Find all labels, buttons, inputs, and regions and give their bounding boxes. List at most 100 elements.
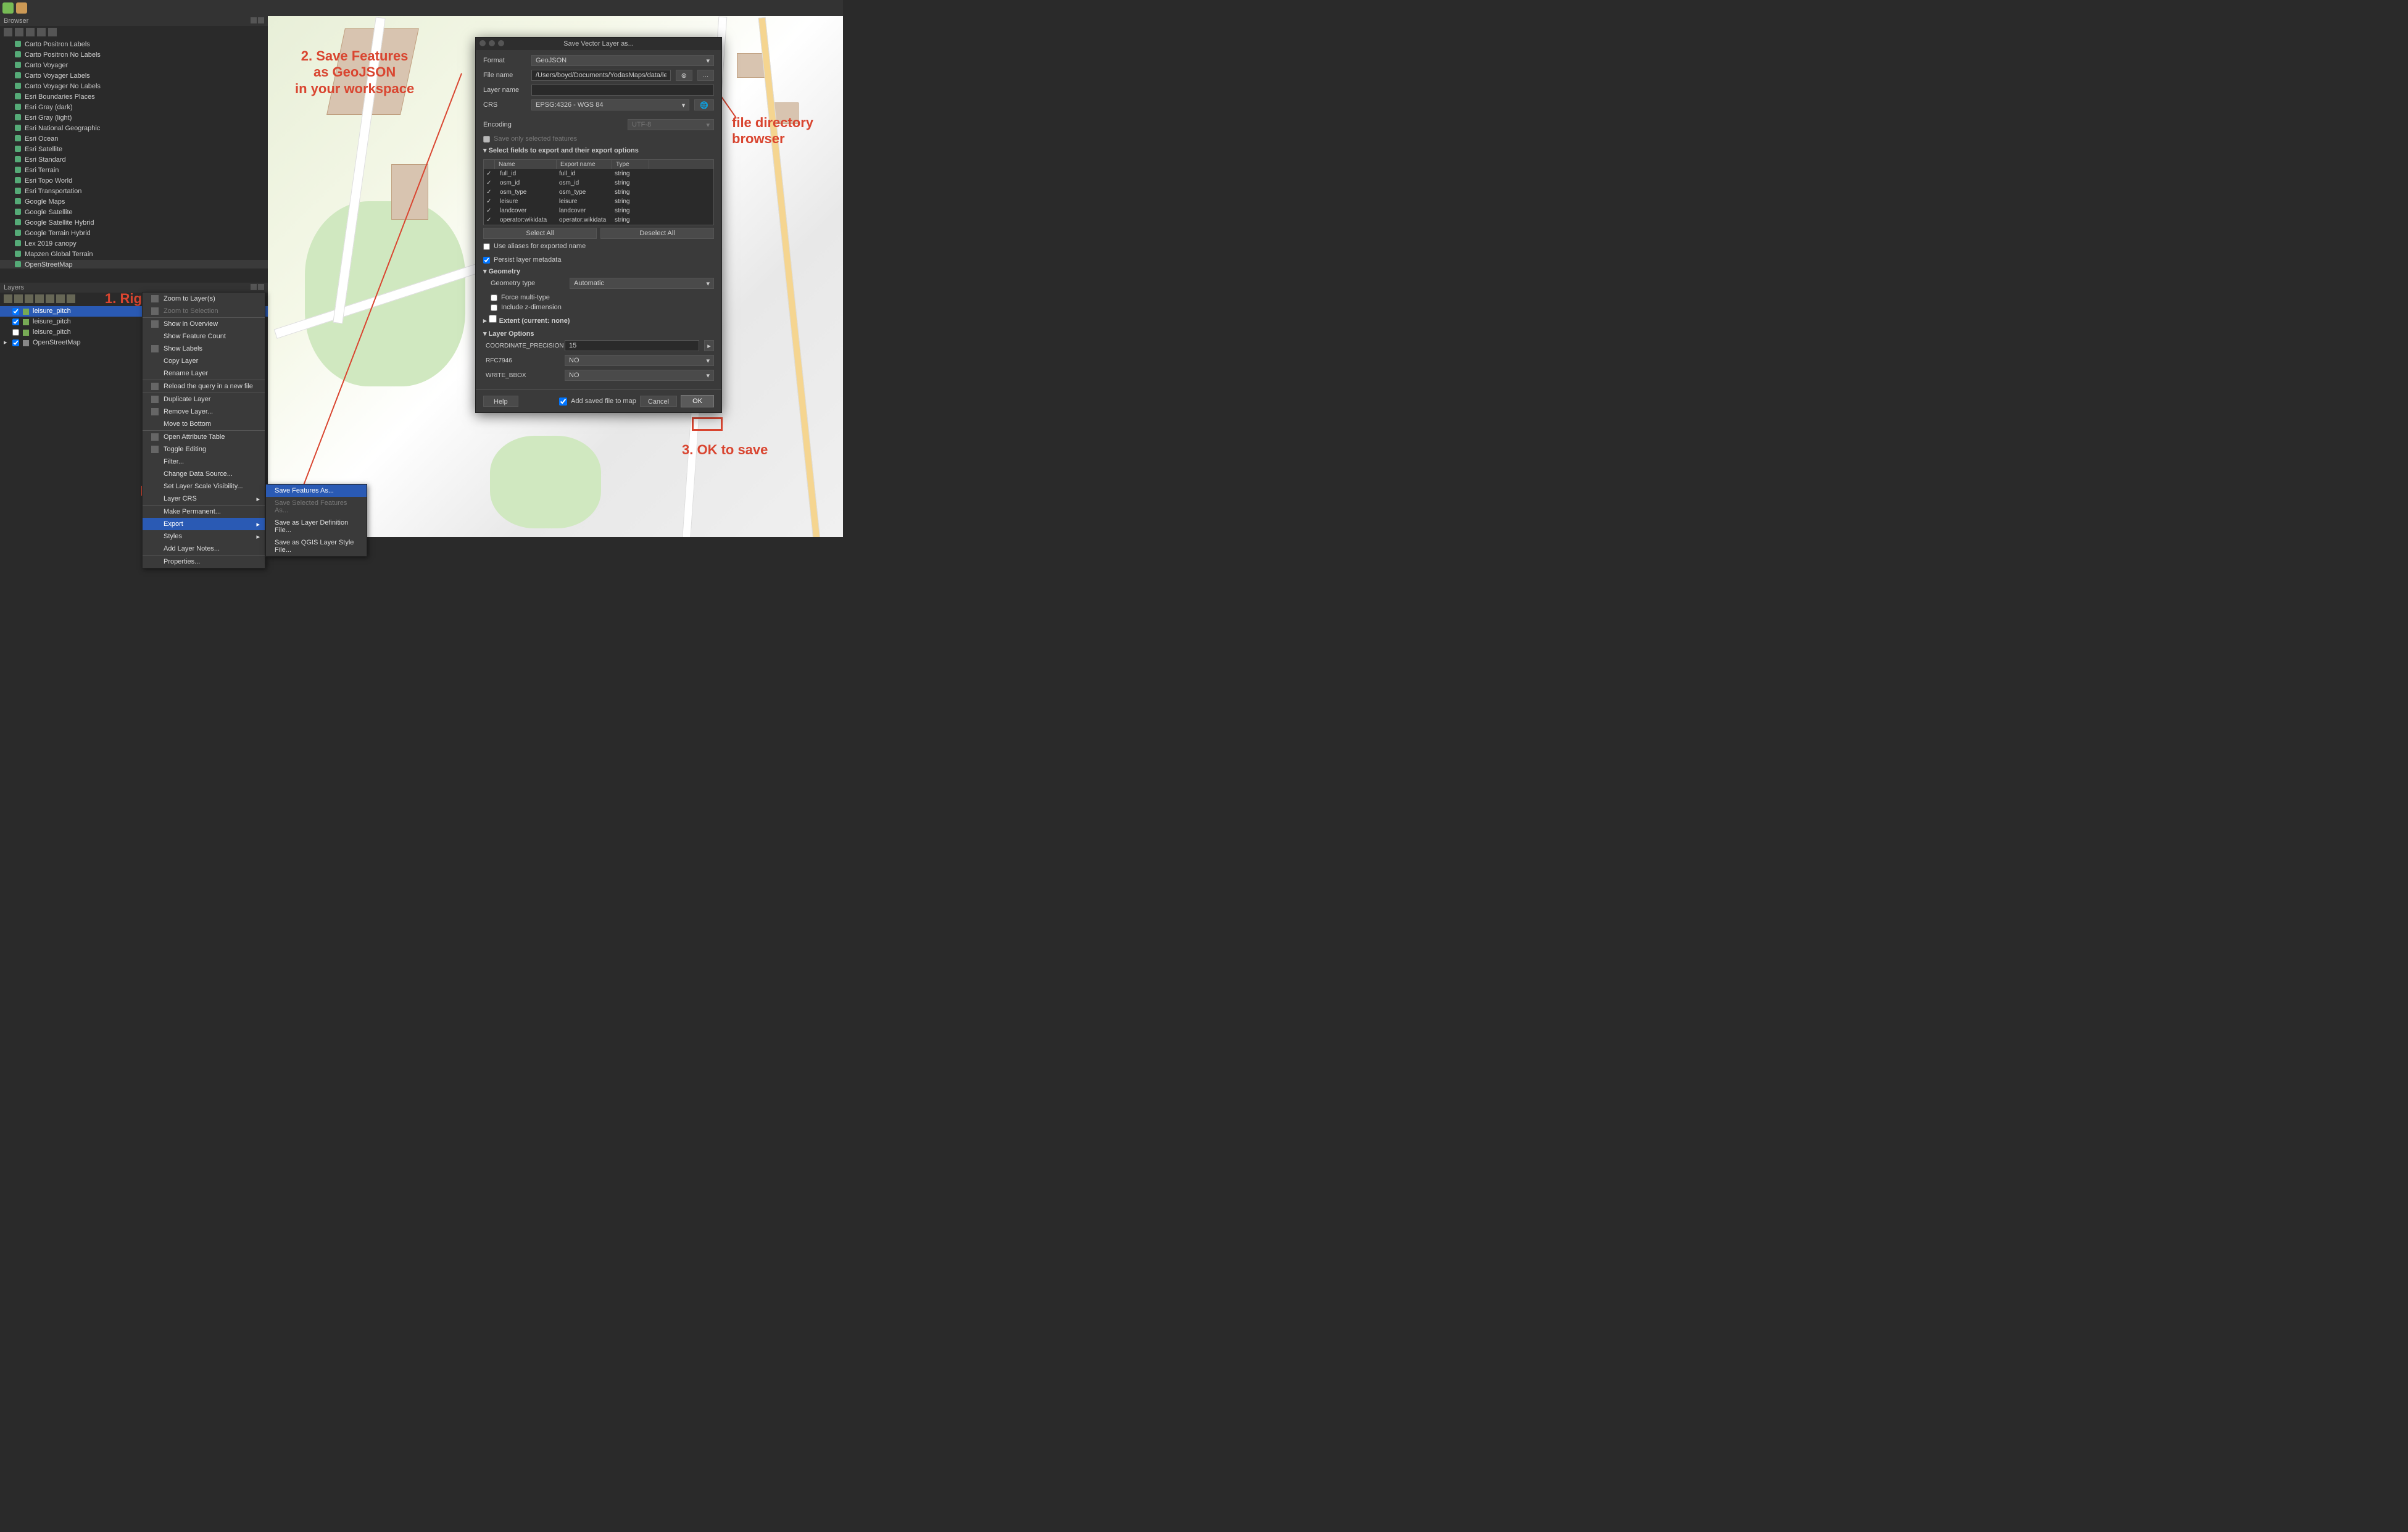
browser-item[interactable]: Carto Voyager Labels (0, 71, 268, 81)
min-icon[interactable] (251, 17, 257, 23)
cancel-button[interactable]: Cancel (640, 396, 677, 407)
menu-item[interactable]: Zoom to Layer(s) (143, 293, 265, 305)
deselect-all-button[interactable]: Deselect All (600, 228, 714, 239)
add-group-icon[interactable] (14, 294, 23, 303)
menu-item[interactable]: Remove Layer... (143, 406, 265, 418)
menu-item[interactable]: Move to Bottom (143, 418, 265, 430)
props-icon[interactable] (48, 28, 57, 36)
menu-item[interactable]: Set Layer Scale Visibility... (143, 480, 265, 493)
export-submenu[interactable]: Save Features As...Save Selected Feature… (265, 484, 367, 557)
layer-options-section[interactable]: Layer Options (483, 327, 714, 340)
browser-item[interactable]: Esri National Geographic (0, 123, 268, 134)
refresh-icon[interactable] (15, 28, 23, 36)
browser-item[interactable]: Carto Positron No Labels (0, 50, 268, 60)
field-row[interactable]: ✓full_idfull_idstring (484, 169, 713, 178)
format-select[interactable]: GeoJSON (531, 55, 714, 66)
visibility-icon[interactable] (25, 294, 33, 303)
submenu-item[interactable]: Save Features As... (266, 485, 367, 497)
filename-input[interactable] (531, 70, 671, 81)
min-icon[interactable] (251, 284, 257, 290)
stepper-icon[interactable]: ▸ (704, 340, 714, 351)
submenu-item[interactable]: Save as Layer Definition File... (266, 517, 367, 536)
browser-item[interactable]: Esri Gray (light) (0, 113, 268, 123)
close-icon[interactable] (258, 17, 264, 23)
add-saved-checkbox[interactable] (559, 398, 567, 406)
field-row[interactable]: ✓operator:wikidataoperator:wikidatastrin… (484, 215, 713, 225)
browser-item[interactable]: Mapzen Global Terrain (0, 249, 268, 260)
help-button[interactable]: Help (483, 396, 518, 407)
collapse-icon[interactable] (56, 294, 65, 303)
menu-item[interactable]: Export▸ (143, 518, 265, 530)
use-aliases-checkbox[interactable] (483, 243, 490, 250)
style-icon[interactable] (4, 294, 12, 303)
maximize-icon[interactable] (498, 40, 504, 46)
crs-picker-button[interactable]: 🌐 (694, 99, 714, 110)
browser-item[interactable]: Carto Positron Labels (0, 40, 268, 50)
browser-item[interactable]: Esri Satellite (0, 144, 268, 155)
menu-item[interactable]: Make Permanent... (143, 505, 265, 518)
menu-item[interactable]: Properties... (143, 555, 265, 568)
layer-visibility-checkbox[interactable] (12, 329, 19, 336)
layername-input[interactable] (531, 85, 714, 96)
menu-item[interactable]: Layer CRS▸ (143, 493, 265, 505)
menu-item[interactable]: Open Attribute Table (143, 430, 265, 443)
menu-item[interactable]: Show Labels (143, 343, 265, 355)
layer-visibility-checkbox[interactable] (12, 318, 19, 325)
field-row[interactable]: ✓leisureleisurestring (484, 197, 713, 206)
ok-button[interactable]: OK (681, 395, 714, 407)
remove-icon[interactable] (67, 294, 75, 303)
menu-item[interactable]: Copy Layer (143, 355, 265, 367)
field-row[interactable]: ✓osm_idosm_idstring (484, 178, 713, 188)
browser-item[interactable]: Google Maps (0, 197, 268, 207)
menu-item[interactable]: Show Feature Count (143, 330, 265, 343)
query-icon[interactable] (2, 2, 14, 14)
select-all-button[interactable]: Select All (483, 228, 597, 239)
minimize-icon[interactable] (489, 40, 495, 46)
browser-item[interactable]: Esri Ocean (0, 134, 268, 144)
browser-item[interactable]: Esri Topo World (0, 176, 268, 186)
browser-item[interactable]: Esri Transportation (0, 186, 268, 197)
field-row[interactable]: ✓landcoverlandcoverstring (484, 206, 713, 215)
extent-section[interactable]: Extent (current: none) (483, 312, 714, 327)
layer-context-menu[interactable]: Zoom to Layer(s)Zoom to SelectionShow in… (142, 292, 265, 568)
browser-item[interactable]: Google Satellite Hybrid (0, 218, 268, 228)
browser-item[interactable]: Esri Gray (dark) (0, 102, 268, 113)
browser-item[interactable]: Esri Standard (0, 155, 268, 165)
layer-visibility-checkbox[interactable] (12, 308, 19, 315)
close-icon[interactable] (258, 284, 264, 290)
dialog-titlebar[interactable]: Save Vector Layer as... (476, 38, 721, 50)
browser-item[interactable]: Esri Boundaries Places (0, 92, 268, 102)
include-z-checkbox[interactable] (491, 304, 497, 311)
menu-item[interactable]: Change Data Source... (143, 468, 265, 480)
select-fields-section[interactable]: Select fields to export and their export… (483, 144, 714, 157)
menu-item[interactable]: Toggle Editing (143, 443, 265, 456)
clear-button[interactable]: ⊗ (676, 70, 692, 81)
add-icon[interactable] (4, 28, 12, 36)
browser-item[interactable]: Carto Voyager No Labels (0, 81, 268, 92)
menu-item[interactable]: Reload the query in a new file (143, 380, 265, 393)
geometry-section[interactable]: Geometry (483, 265, 714, 278)
rfc-select[interactable]: NO (565, 355, 714, 366)
browser-item[interactable]: Lex 2019 canopy (0, 239, 268, 249)
expand-icon[interactable] (46, 294, 54, 303)
browser-item[interactable]: Carto Voyager (0, 60, 268, 71)
close-icon[interactable] (480, 40, 486, 46)
bbox-select[interactable]: NO (565, 370, 714, 381)
browser-item[interactable]: OpenStreetMap (0, 260, 268, 269)
coord-prec-input[interactable] (565, 340, 699, 351)
submenu-item[interactable]: Save as QGIS Layer Style File... (266, 536, 367, 556)
menu-item[interactable]: Show in Overview (143, 317, 265, 330)
menu-item[interactable]: Rename Layer (143, 367, 265, 380)
browser-item[interactable]: Esri Terrain (0, 165, 268, 176)
collapse-icon[interactable] (37, 28, 46, 36)
force-multi-checkbox[interactable] (491, 294, 497, 301)
crs-select[interactable]: EPSG:4326 - WGS 84 (531, 99, 689, 110)
geom-type-select[interactable]: Automatic (570, 278, 714, 289)
browse-button[interactable]: ... (697, 70, 714, 81)
browser-item[interactable]: Google Terrain Hybrid (0, 228, 268, 239)
encoding-select[interactable]: UTF-8 (628, 119, 714, 130)
menu-item[interactable]: Filter... (143, 456, 265, 468)
browser-tree[interactable]: Carto Positron LabelsCarto Positron No L… (0, 38, 268, 269)
layer-visibility-checkbox[interactable] (12, 339, 19, 346)
filter-icon[interactable] (35, 294, 44, 303)
